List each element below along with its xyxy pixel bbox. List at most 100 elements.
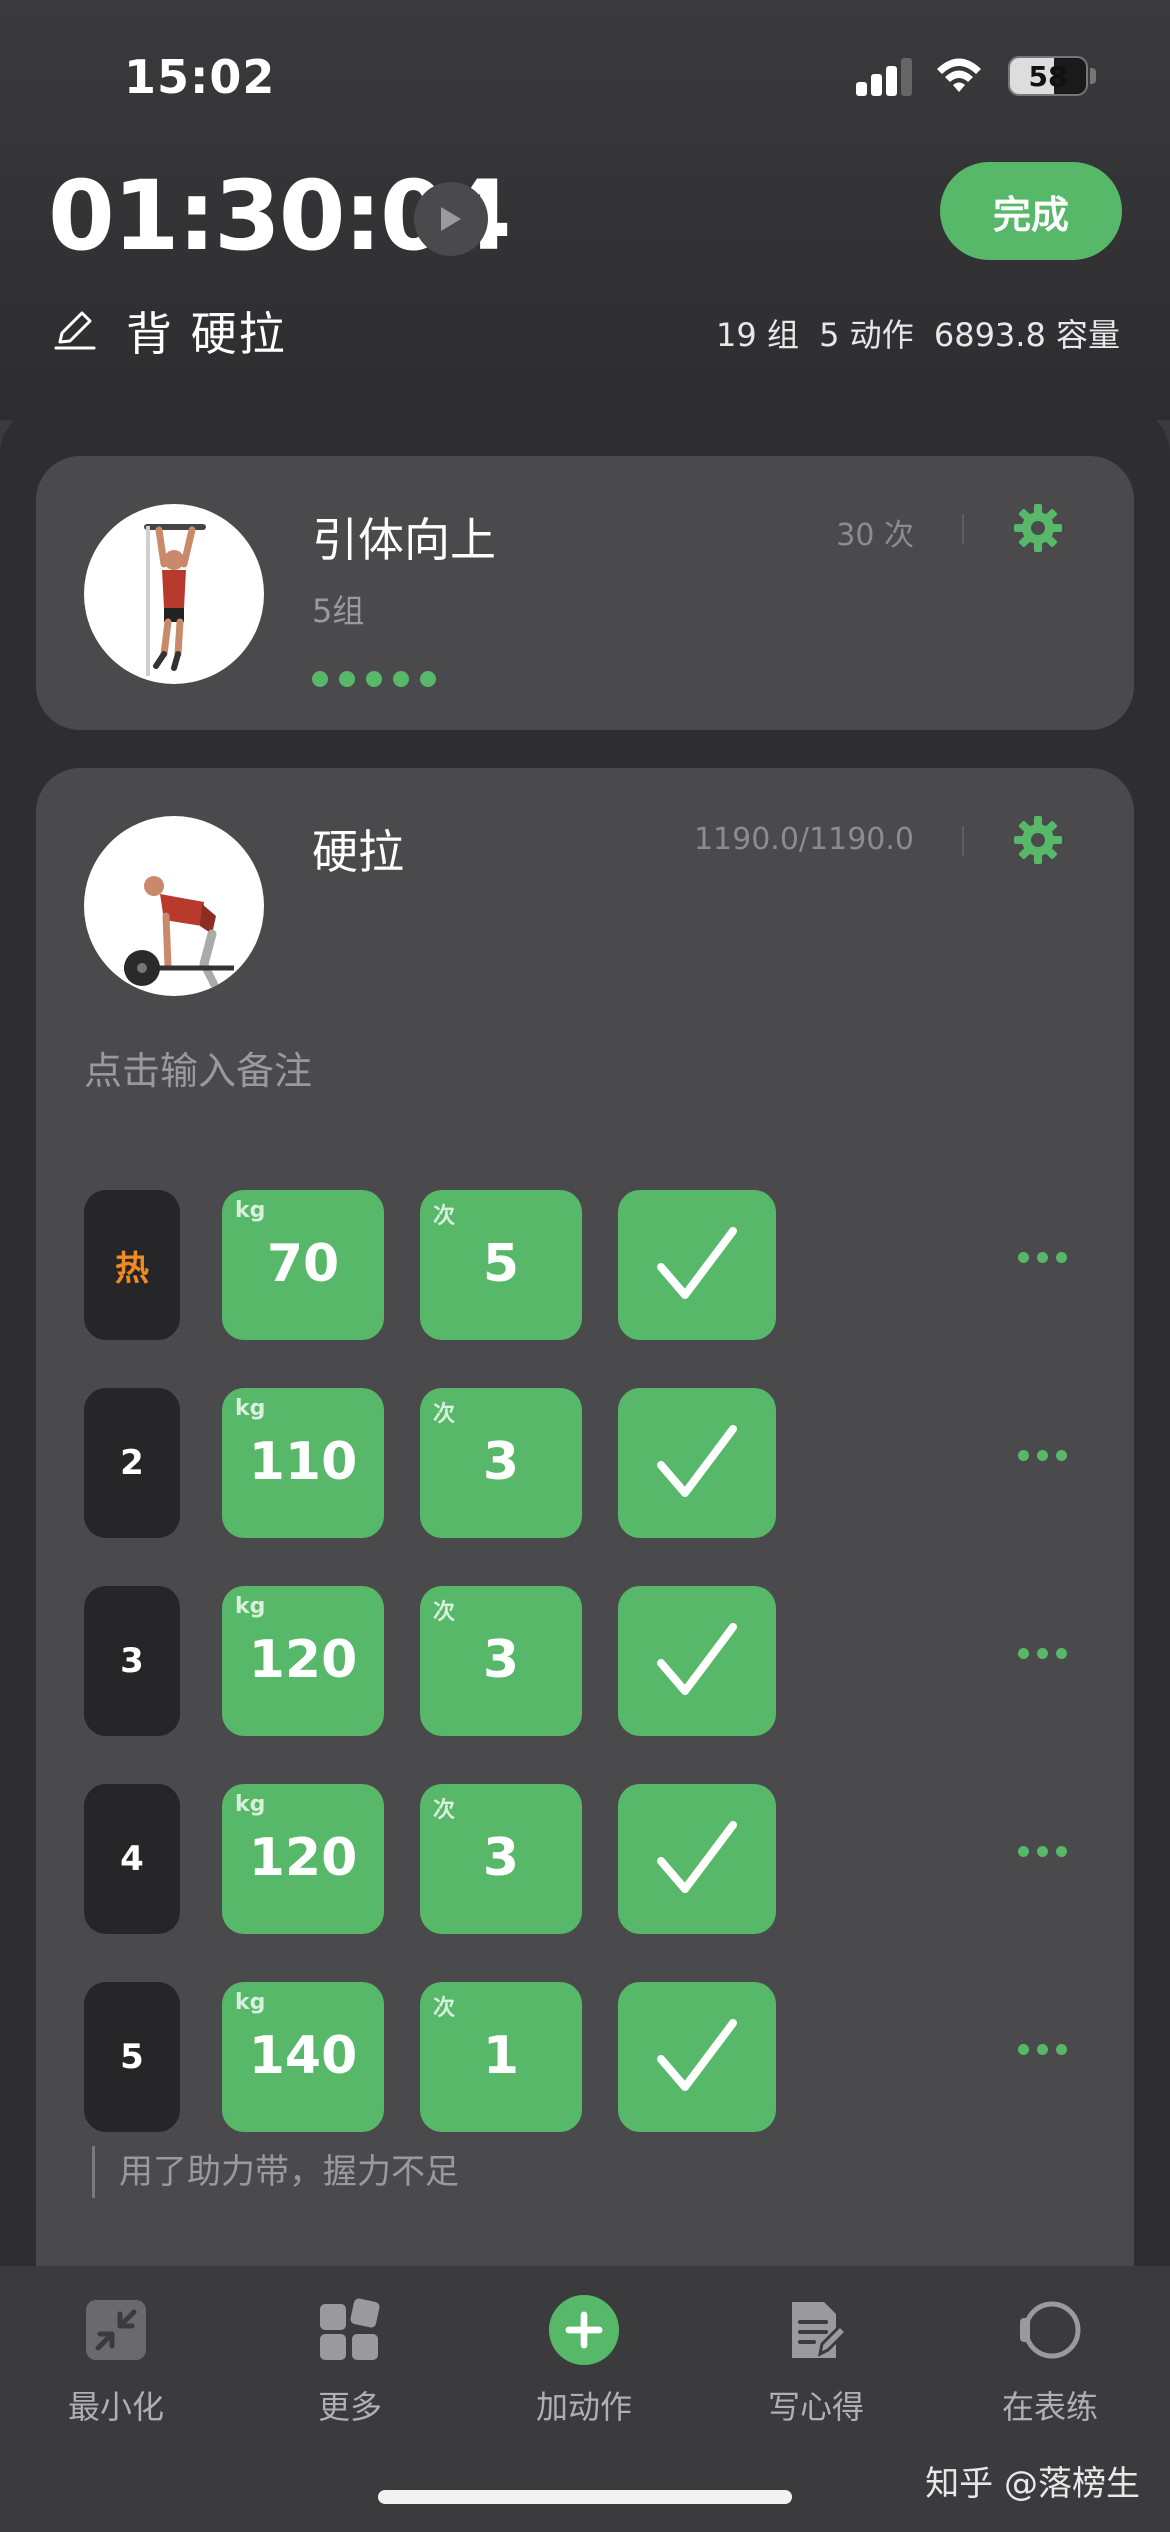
set-row: 热 kg 70 次5 <box>84 1190 1084 1340</box>
add-circle-icon <box>548 2294 620 2366</box>
tab-label: 写心得 <box>767 2388 864 2426</box>
set-more-button[interactable] <box>1018 1648 1067 1659</box>
weight-input[interactable]: kg 70 <box>222 1190 384 1340</box>
set-more-button[interactable] <box>1018 2044 1067 2055</box>
set-row: 5 kg 140 次1 <box>84 1982 1084 2132</box>
unit-kg: kg <box>235 1396 266 1421</box>
grid-icon <box>314 2294 386 2366</box>
workout-stats: 19 组 5 动作 6893.8 容量 <box>706 310 1120 356</box>
unit-reps: 次 <box>433 1798 456 1823</box>
tab-write-notes[interactable]: 写心得 <box>726 2294 906 2428</box>
play-icon <box>441 207 461 231</box>
set-row: 2 kg 110 次3 <box>84 1388 1084 1538</box>
set-index-warmup[interactable]: 热 <box>84 1190 180 1340</box>
edit-icon[interactable] <box>52 306 98 352</box>
set-index[interactable]: 3 <box>84 1586 180 1736</box>
play-button[interactable] <box>414 182 488 256</box>
exercise-name: 引体向上 <box>312 513 496 567</box>
stat-exercises: 5 动作 <box>819 316 914 354</box>
checkmark-icon <box>657 1425 737 1497</box>
reps-value: 5 <box>482 1234 520 1294</box>
set-complete-toggle[interactable] <box>618 1190 776 1340</box>
set-complete-toggle[interactable] <box>618 1586 776 1736</box>
pullup-figure-icon <box>144 524 206 676</box>
checkmark-icon <box>657 1623 737 1695</box>
checkmark-icon <box>657 2019 737 2091</box>
reps-input[interactable]: 次3 <box>420 1784 582 1934</box>
exercise-note-input[interactable]: 点击输入备注 <box>84 1040 312 1095</box>
set-more-button[interactable] <box>1018 1252 1067 1263</box>
exercise-reps-total: 30 次 <box>836 518 914 553</box>
note-edit-icon <box>780 2294 852 2366</box>
unit-reps: 次 <box>433 1996 456 2021</box>
reps-value: 3 <box>482 1630 520 1690</box>
unit-kg: kg <box>235 1198 266 1223</box>
tab-more[interactable]: 更多 <box>260 2294 440 2428</box>
progress-dot <box>312 671 328 687</box>
set-note[interactable]: 用了助力带，握力不足 <box>92 2146 459 2198</box>
reps-value: 3 <box>482 1432 520 1492</box>
progress-dot <box>339 671 355 687</box>
minimize-icon <box>80 2294 152 2366</box>
deadlift-figure-icon <box>124 876 234 988</box>
weight-value: 120 <box>248 1828 358 1888</box>
cellular-signal-icon <box>856 58 912 96</box>
unit-kg: kg <box>235 1990 266 2015</box>
exercise-thumbnail <box>84 504 264 684</box>
weight-input[interactable]: kg 140 <box>222 1982 384 2132</box>
progress-dot <box>366 671 382 687</box>
battery-nub <box>1090 68 1096 84</box>
set-index[interactable]: 2 <box>84 1388 180 1538</box>
gear-icon[interactable] <box>1012 502 1064 554</box>
set-complete-toggle[interactable] <box>618 1388 776 1538</box>
progress-dot <box>393 671 409 687</box>
weight-input[interactable]: kg 120 <box>222 1784 384 1934</box>
reps-input[interactable]: 次5 <box>420 1190 582 1340</box>
unit-reps: 次 <box>433 1402 456 1427</box>
set-row: 3 kg 120 次3 <box>84 1586 1084 1736</box>
weight-value: 110 <box>248 1432 358 1492</box>
unit-kg: kg <box>235 1594 266 1619</box>
tab-label: 加动作 <box>535 2388 632 2426</box>
stat-sets: 19 组 <box>716 316 799 354</box>
weight-input[interactable]: kg 110 <box>222 1388 384 1538</box>
status-time: 15:02 <box>124 50 276 104</box>
workout-name[interactable]: 背 硬拉 <box>126 298 287 364</box>
tab-minimize[interactable]: 最小化 <box>26 2294 206 2428</box>
progress-dot <box>420 671 436 687</box>
set-row: 4 kg 120 次3 <box>84 1784 1084 1934</box>
reps-input[interactable]: 次3 <box>420 1586 582 1736</box>
exercise-set-count: 5组 <box>312 592 365 630</box>
gear-icon[interactable] <box>1012 814 1064 866</box>
set-complete-toggle[interactable] <box>618 1982 776 2132</box>
checkmark-icon <box>657 1227 737 1299</box>
unit-kg: kg <box>235 1792 266 1817</box>
wifi-icon <box>937 58 981 92</box>
stat-volume: 6893.8 容量 <box>933 316 1120 354</box>
unit-reps: 次 <box>433 1600 456 1625</box>
set-index[interactable]: 4 <box>84 1784 180 1934</box>
weight-value: 70 <box>266 1234 340 1294</box>
watch-icon <box>1014 2294 1086 2366</box>
home-indicator[interactable] <box>378 2490 792 2504</box>
tab-label: 在表练 <box>1001 2388 1098 2426</box>
checkmark-icon <box>657 1821 737 1893</box>
weight-value: 120 <box>248 1630 358 1690</box>
finish-button[interactable]: 完成 <box>940 162 1122 260</box>
tab-add-exercise[interactable]: 加动作 <box>494 2294 674 2428</box>
set-more-button[interactable] <box>1018 1846 1067 1857</box>
exercise-volume: 1190.0/1190.0 <box>693 822 914 857</box>
set-complete-toggle[interactable] <box>618 1784 776 1934</box>
weight-value: 140 <box>248 2026 358 2086</box>
reps-input[interactable]: 次3 <box>420 1388 582 1538</box>
reps-input[interactable]: 次1 <box>420 1982 582 2132</box>
exercise-thumbnail <box>84 816 264 996</box>
set-index[interactable]: 5 <box>84 1982 180 2132</box>
separator <box>962 514 964 544</box>
weight-input[interactable]: kg 120 <box>222 1586 384 1736</box>
tab-watch-training[interactable]: 在表练 <box>960 2294 1140 2428</box>
set-more-button[interactable] <box>1018 1450 1067 1461</box>
reps-value: 1 <box>482 2026 520 2086</box>
watermark: 知乎 @落榜生 <box>925 2464 1140 2504</box>
separator <box>962 826 964 856</box>
